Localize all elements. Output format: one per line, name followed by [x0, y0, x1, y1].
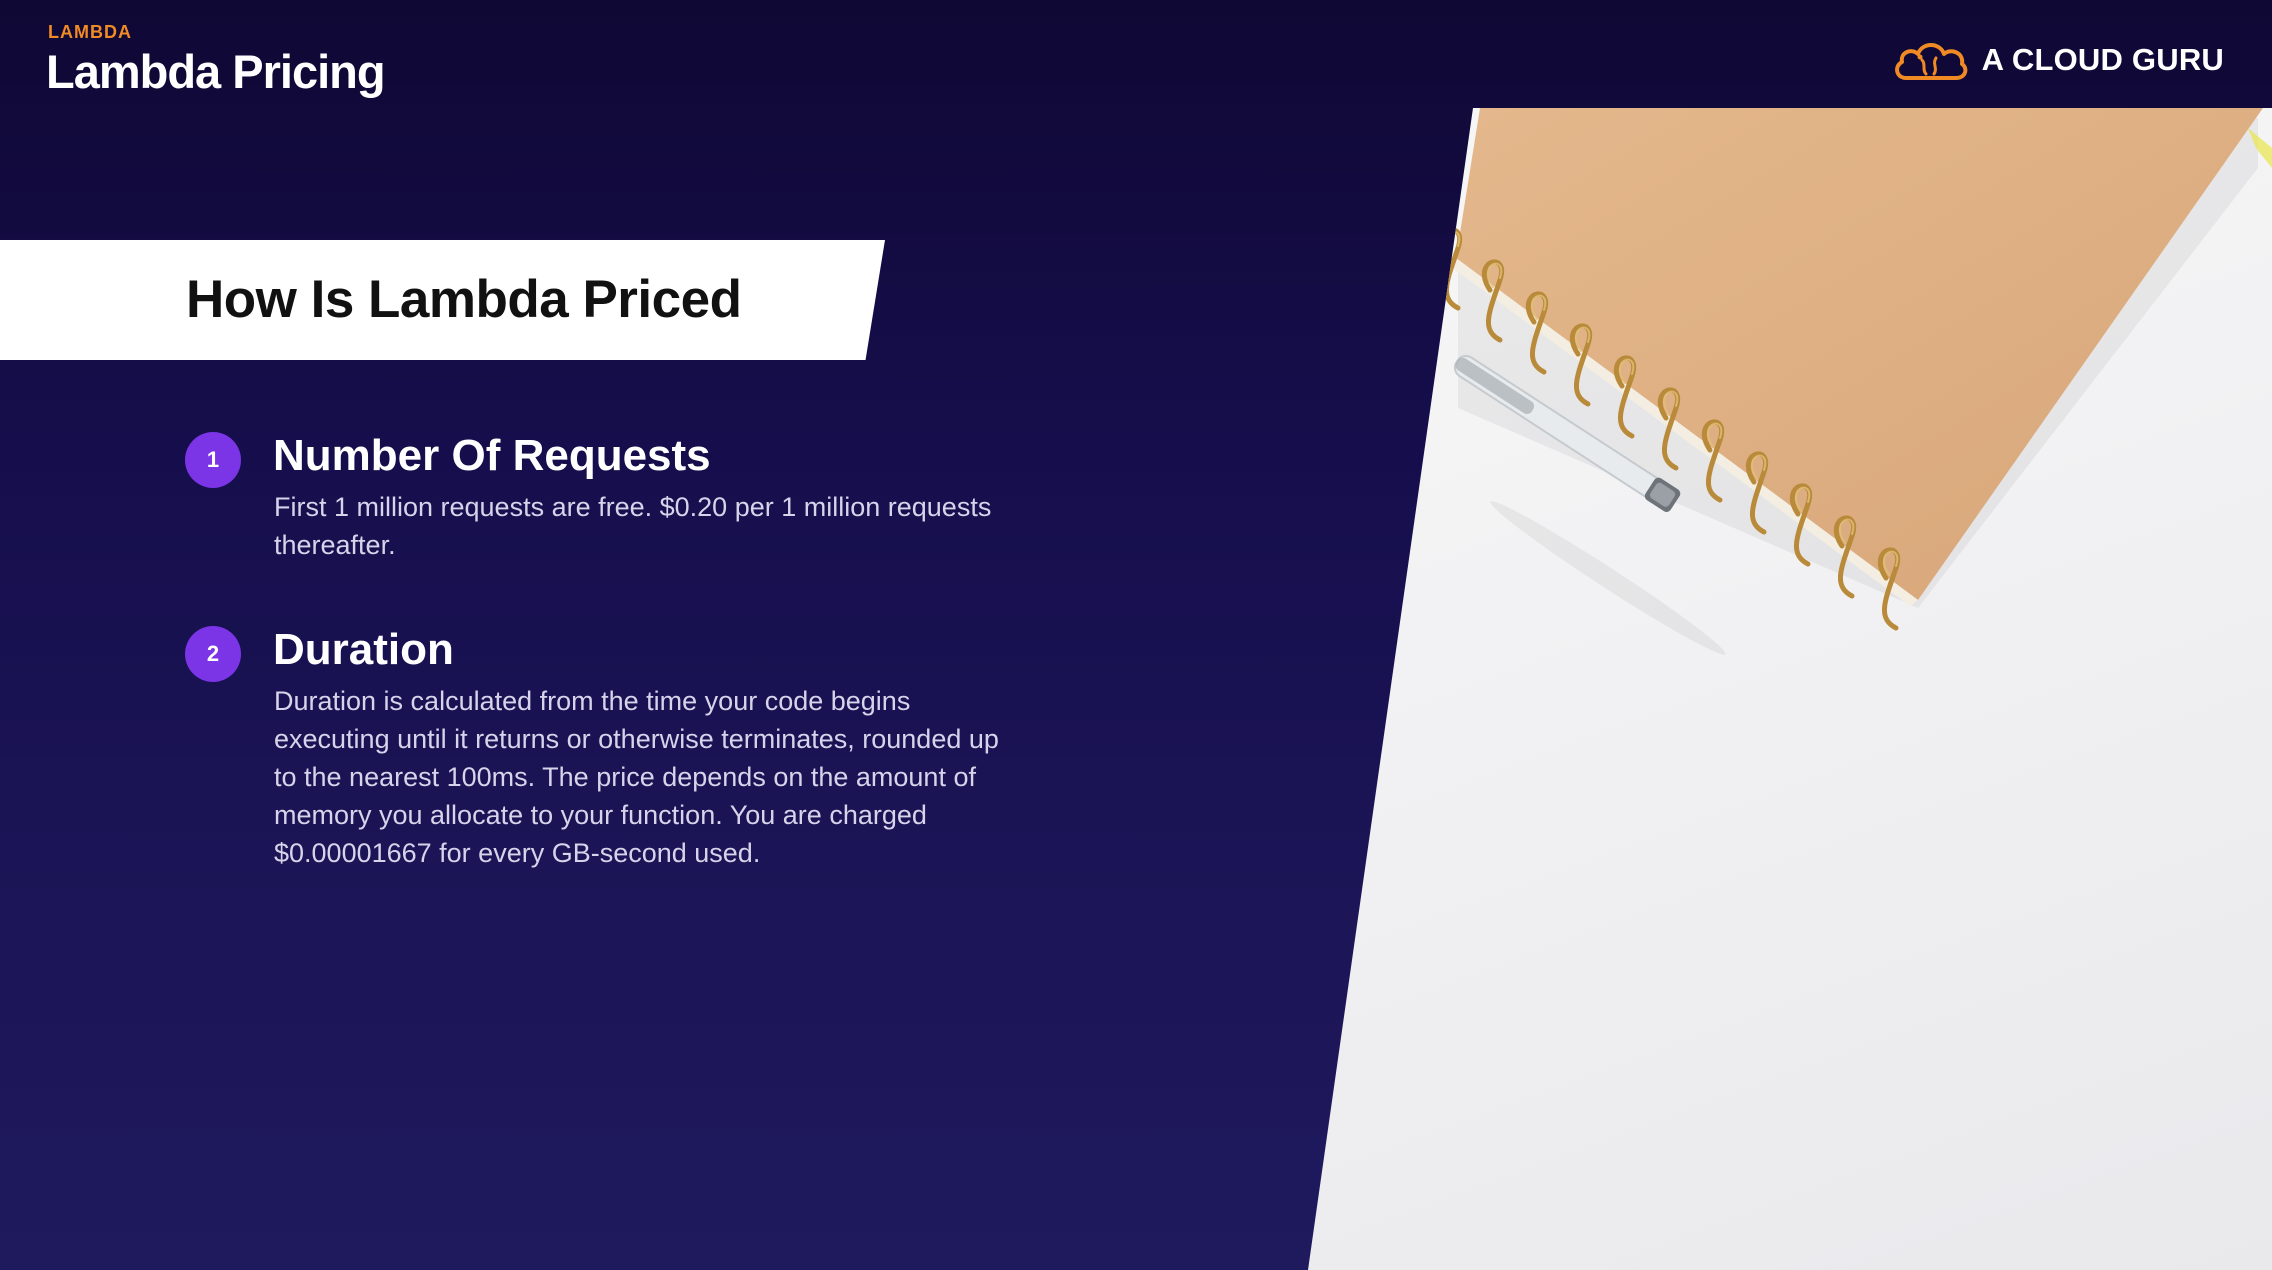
number-badge: 1 — [185, 432, 241, 488]
item-description: Duration is calculated from the time you… — [274, 686, 999, 868]
page-title: Lambda Pricing — [46, 45, 386, 98]
item-title: Number Of Requests — [273, 431, 711, 480]
item-title: Duration — [273, 625, 454, 674]
brand-name: A CLOUD GURU — [1981, 42, 2224, 77]
section-kicker: LAMBDA — [48, 22, 132, 42]
notebook-photo — [1308, 108, 2272, 1270]
slide: LAMBDA Lambda Pricing A CLOUD GURU How I… — [0, 0, 2272, 1270]
section-title: How Is Lambda Priced — [186, 270, 742, 329]
section-banner: How Is Lambda Priced — [0, 240, 885, 360]
brand: A CLOUD GURU — [1892, 32, 2224, 88]
item-description: First 1 million requests are free. $0.20… — [274, 492, 992, 560]
number-badge: 2 — [185, 626, 241, 682]
cloud-logo-icon — [1892, 36, 1968, 84]
notebook-illustration — [1439, 108, 2272, 655]
